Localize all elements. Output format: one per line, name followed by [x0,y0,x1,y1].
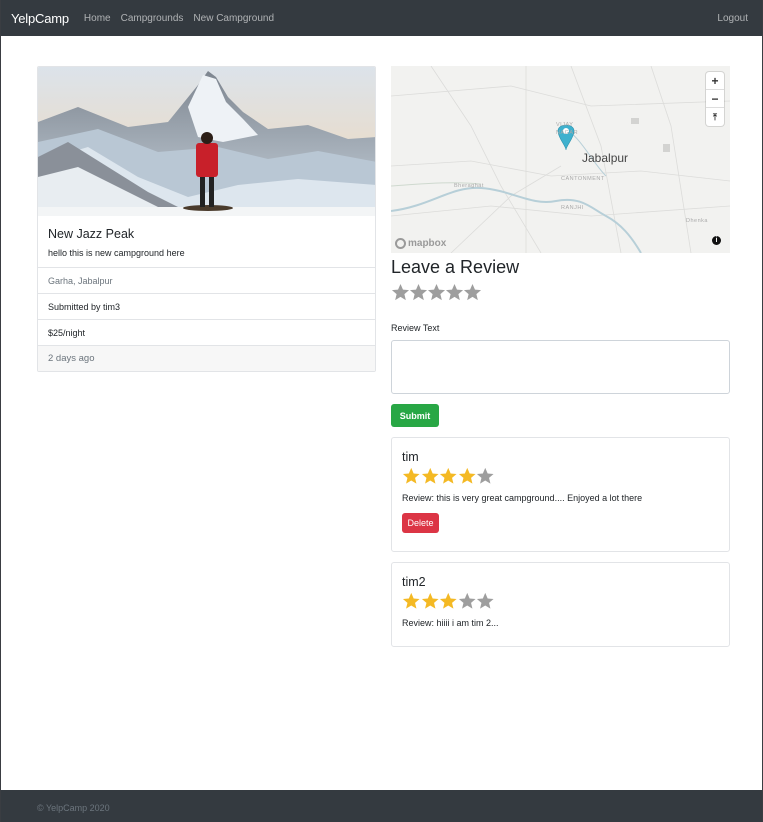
review-text-label: Review Text [391,323,440,333]
info-icon[interactable]: i [712,236,721,245]
star-filled-icon [402,592,420,609]
campground-location: Garha, Jabalpur [38,268,375,294]
map-label-nagar: NAGAR [556,130,579,136]
review-user: tim2 [402,575,426,589]
campground-image [38,67,375,216]
star-empty-icon[interactable] [409,283,428,302]
logout-link[interactable]: Logout [717,13,748,24]
review-card: tim Review: this is very great campgroun… [391,437,730,552]
map-label-dhenka: Dhenka [686,218,708,224]
star-filled-icon [402,467,420,484]
review-rating [402,592,719,611]
brand-link[interactable]: YelpCamp [11,11,69,26]
zoom-out-button[interactable]: − [706,90,724,108]
star-empty-icon [476,467,494,484]
submit-button[interactable]: Submit [391,404,439,427]
map-label-bheraghat: Bheraghat [454,183,484,189]
star-empty-icon[interactable] [463,283,482,302]
star-empty-icon [458,592,476,609]
card-body: New Jazz Peak hello this is new campgrou… [38,216,375,268]
compass-button[interactable]: ⤒ [706,108,724,126]
review-user: tim [402,450,419,464]
map-roads [391,66,730,253]
review-card: tim2 Review: hiiii i am tim 2... [391,562,730,647]
review-text: Review: hiiii i am tim 2... [402,617,499,628]
map-zoom-controls: + − ⤒ [706,72,724,126]
footer: © YelpCamp 2020 [1,790,762,822]
star-empty-icon[interactable] [391,283,410,302]
navbar: YelpCamp Home Campgrounds New Campground… [1,0,762,36]
mapbox-logo[interactable]: mapbox [395,238,446,249]
map-label-cantonment: CANTONMENT [561,176,605,182]
campground-posted-time: 2 days ago [38,346,375,371]
review-text: Review: this is very great campground...… [402,492,643,503]
rating-input[interactable] [391,283,482,302]
star-filled-icon [421,467,439,484]
star-empty-icon[interactable] [427,283,446,302]
campground-card: New Jazz Peak hello this is new campgrou… [37,66,376,372]
star-filled-icon [458,467,476,484]
review-text-input[interactable] [391,340,730,394]
nav-campgrounds[interactable]: Campgrounds [121,13,184,24]
campground-description: hello this is new campground here [48,248,185,258]
review-rating [402,467,719,486]
campground-map[interactable]: VIJAY NAGAR Jabalpur CANTONMENT Bheragha… [391,66,730,253]
campground-author: Submitted by tim3 [38,294,375,320]
campground-price: $25/night [38,320,375,346]
map-label-ranjhi: RANJHI [561,205,584,211]
map-label-vijay: VIJAY [556,122,574,128]
nav-home[interactable]: Home [84,13,111,24]
mapbox-logo-icon [395,238,406,249]
campground-title: New Jazz Peak [48,227,135,241]
star-empty-icon [476,592,494,609]
map-city-label: Jabalpur [582,151,629,165]
zoom-in-button[interactable]: + [706,72,724,90]
review-form-heading: Leave a Review [391,257,520,277]
delete-button[interactable]: Delete [402,512,439,533]
nav-new-campground[interactable]: New Campground [193,13,274,24]
star-filled-icon [439,467,457,484]
star-filled-icon [439,592,457,609]
star-empty-icon[interactable] [445,283,464,302]
star-filled-icon [421,592,439,609]
